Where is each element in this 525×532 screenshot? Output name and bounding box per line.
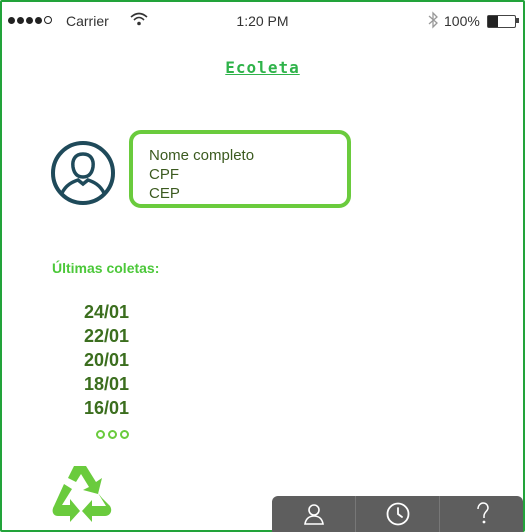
profile-info-box[interactable]: Nome completo CPF CEP — [129, 130, 351, 208]
battery-tip — [516, 18, 519, 23]
list-item[interactable]: 16/01 — [84, 396, 129, 420]
tab-history[interactable] — [356, 496, 440, 532]
app-title: Ecoleta — [225, 58, 300, 77]
field-full-name: Nome completo — [149, 147, 255, 164]
status-bar: Carrier 1:20 PM 100% — [2, 2, 523, 42]
collections-list: 24/01 22/01 20/01 18/01 16/01 — [84, 300, 129, 420]
field-cep: CEP — [149, 185, 180, 202]
user-avatar-icon[interactable] — [50, 140, 116, 206]
list-item[interactable]: 24/01 — [84, 300, 129, 324]
tab-help[interactable] — [440, 496, 523, 532]
tab-profile[interactable] — [272, 496, 356, 532]
bluetooth-icon — [428, 11, 438, 29]
more-icon[interactable] — [96, 430, 129, 439]
help-icon — [476, 502, 489, 524]
recycle-icon — [52, 466, 112, 522]
battery-icon — [487, 15, 516, 28]
list-item[interactable]: 22/01 — [84, 324, 129, 348]
app-frame: Carrier 1:20 PM 100% Ecoleta Nome comple… — [0, 0, 525, 532]
user-icon — [303, 504, 324, 525]
last-collections-label: Últimas coletas: — [52, 260, 160, 276]
list-item[interactable]: 18/01 — [84, 372, 129, 396]
clock-icon — [386, 502, 409, 526]
list-item[interactable]: 20/01 — [84, 348, 129, 372]
field-cpf: CPF — [149, 166, 179, 183]
battery-percent: 100% — [444, 13, 480, 29]
tab-bar — [272, 496, 523, 532]
